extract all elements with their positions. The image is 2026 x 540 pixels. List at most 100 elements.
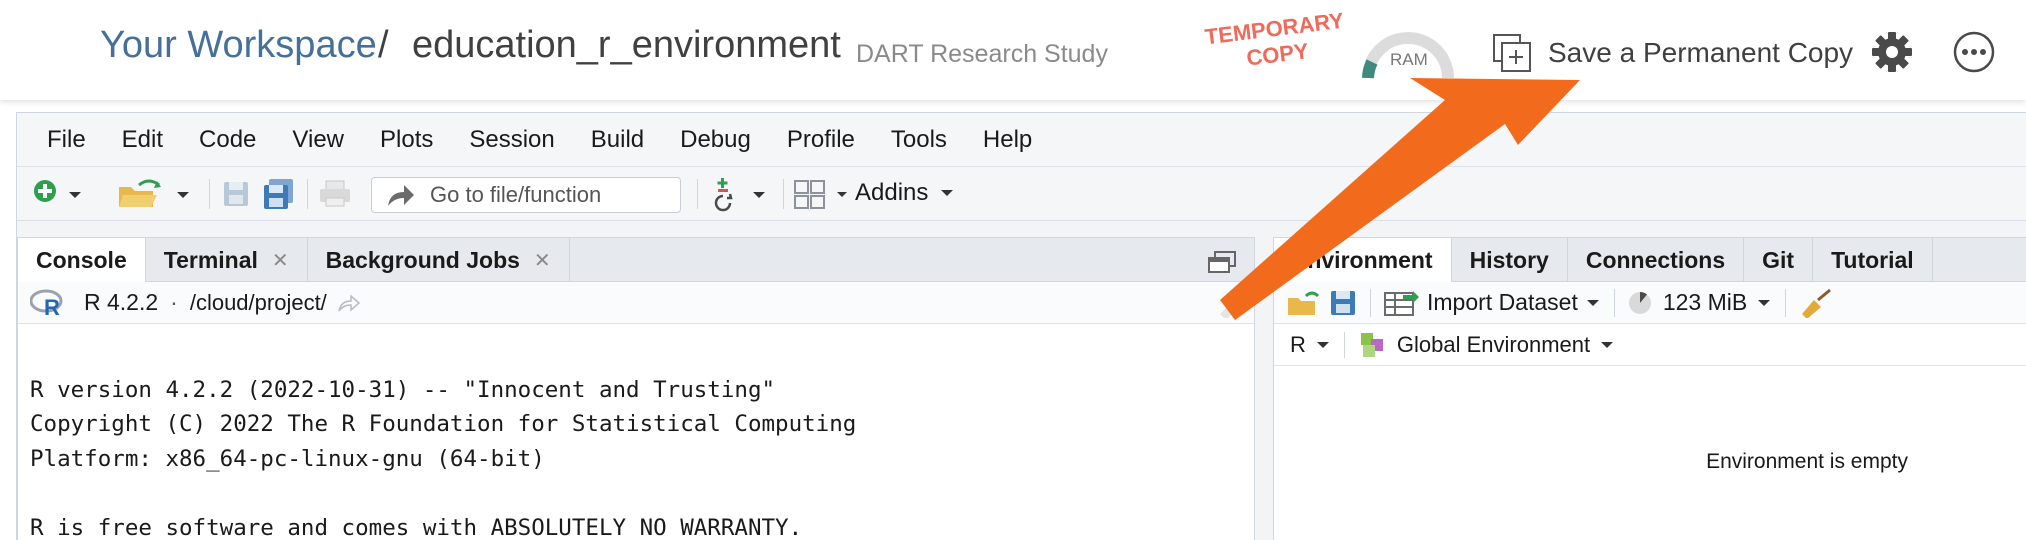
save-workspace-icon[interactable]: [1328, 288, 1358, 318]
go-to-file-input[interactable]: Go to file/function: [371, 177, 681, 213]
environment-scope-label: Global Environment: [1396, 331, 1591, 357]
rstudio-ide: File Edit Code View Plots Session Build …: [16, 112, 2026, 540]
workspace-link[interactable]: Your Workspace: [100, 24, 377, 67]
project-title: education_r_environment: [412, 24, 841, 66]
open-file-button[interactable]: [117, 177, 195, 211]
temporary-copy-badge: TEMPORARY COPY: [1193, 6, 1358, 77]
tab-history-label: History: [1469, 246, 1549, 273]
breadcrumb-separator: /: [378, 24, 389, 66]
print-icon: [320, 180, 350, 207]
go-to-arrow-icon: [388, 185, 414, 206]
chevron-down-icon: [1316, 341, 1329, 348]
tab-tutorial[interactable]: Tutorial: [1813, 238, 1933, 282]
menu-build[interactable]: Build: [591, 126, 644, 154]
menu-profile[interactable]: Profile: [787, 126, 855, 154]
clear-workspace-broom-icon[interactable]: [1798, 288, 1832, 318]
language-label: R: [1290, 331, 1306, 357]
toolbar-divider: [697, 179, 698, 209]
print-button[interactable]: [317, 177, 353, 211]
project-subtitle: DART Research Study: [856, 40, 1108, 68]
console-line: R is free software and comes with ABSOLU…: [30, 514, 803, 540]
go-to-file-placeholder: Go to file/function: [430, 182, 602, 207]
menu-view[interactable]: View: [292, 126, 344, 154]
toolbar-divider: [1785, 288, 1787, 317]
pane-layout-button[interactable]: [793, 177, 849, 211]
memory-usage-label: 123 MiB: [1662, 289, 1748, 315]
console-output[interactable]: R version 4.2.2 (2022-10-31) -- "Innocen…: [30, 338, 856, 540]
tab-terminal[interactable]: Terminal ✕: [146, 238, 308, 282]
svg-text:R: R: [44, 295, 60, 317]
r-version: R 4.2.2: [84, 289, 159, 315]
environment-cubes-icon: [1360, 332, 1383, 357]
path-dot: ·: [170, 289, 178, 315]
import-table-icon: [1384, 290, 1419, 316]
toolbar-divider: [1613, 288, 1615, 317]
toolbar-divider: [307, 179, 308, 209]
menu-file[interactable]: File: [47, 126, 86, 154]
tab-history[interactable]: History: [1452, 238, 1568, 282]
environment-tab-bar: Environment History Connections Git Tuto…: [1274, 238, 2026, 283]
tab-background-jobs-label: Background Jobs: [325, 246, 520, 273]
maximize-pane-icon[interactable]: [1206, 250, 1238, 274]
tab-connections[interactable]: Connections: [1568, 238, 1745, 282]
tab-terminal-label: Terminal: [163, 246, 258, 273]
tab-environment[interactable]: Environment: [1274, 238, 1452, 283]
environment-toolbar: Import Dataset 123 MiB: [1274, 282, 2026, 324]
console-path-bar: R R 4.2.2 · /cloud/project/: [18, 282, 1254, 324]
grid-layout-icon: [794, 180, 847, 209]
app-window: Your Workspace / education_r_environment…: [0, 0, 2026, 540]
console-line: R version 4.2.2 (2022-10-31) -- "Innocen…: [30, 376, 776, 403]
save-disk-icon: [224, 182, 248, 206]
toolbar-divider: [1343, 331, 1345, 358]
git-button[interactable]: [711, 177, 775, 212]
header-bar: Your Workspace / education_r_environment…: [0, 0, 2026, 100]
toolbar-divider: [209, 179, 210, 209]
environment-scope-select[interactable]: Global Environment: [1357, 331, 1614, 359]
tab-background-jobs[interactable]: Background Jobs ✕: [308, 238, 570, 282]
main-toolbar: Go to file/function Addins: [17, 167, 2026, 221]
console-line: Copyright (C) 2022 The R Foundation for …: [30, 411, 857, 437]
clear-console-broom-icon[interactable]: [1216, 288, 1250, 318]
addins-menu[interactable]: Addins: [855, 179, 954, 207]
save-all-button[interactable]: [261, 177, 297, 211]
chevron-down-icon: [1586, 299, 1599, 306]
menu-session[interactable]: Session: [469, 126, 554, 154]
environment-scope-bar: R Global Environment: [1274, 324, 2026, 366]
environment-pane: Environment History Connections Git Tuto…: [1273, 237, 2026, 540]
load-workspace-icon[interactable]: [1286, 288, 1322, 318]
toolbar-divider: [1370, 288, 1371, 317]
language-select[interactable]: R: [1290, 332, 1330, 358]
memory-pie-icon: [1628, 291, 1651, 314]
tab-environment-label: Environment: [1292, 247, 1433, 273]
menu-bar: File Edit Code View Plots Session Build …: [17, 113, 2026, 167]
tab-tutorial-label: Tutorial: [1831, 246, 1914, 273]
toolbar-divider: [783, 179, 784, 209]
tab-git[interactable]: Git: [1744, 238, 1814, 282]
menu-plots[interactable]: Plots: [380, 126, 433, 154]
console-pane: Console Terminal ✕ Background Jobs ✕ R R…: [17, 237, 1255, 540]
import-dataset-button[interactable]: Import Dataset: [1383, 289, 1600, 317]
working-directory[interactable]: /cloud/project/: [190, 290, 327, 316]
save-button[interactable]: [221, 177, 251, 211]
close-icon[interactable]: ✕: [272, 248, 289, 273]
menu-tools[interactable]: Tools: [891, 126, 947, 154]
tab-console[interactable]: Console: [18, 238, 146, 283]
new-file-button[interactable]: [31, 177, 83, 211]
console-tab-bar: Console Terminal ✕ Background Jobs ✕: [18, 238, 1254, 283]
chevron-down-icon: [1758, 299, 1771, 306]
gear-icon[interactable]: [1870, 30, 1914, 74]
save-permanent-copy-button[interactable]: Save a Permanent Copy: [1492, 30, 1853, 76]
memory-usage-menu[interactable]: 123 MiB: [1627, 289, 1771, 316]
close-icon[interactable]: ✕: [534, 248, 551, 273]
menu-help[interactable]: Help: [983, 126, 1032, 154]
r-logo-icon: R: [30, 289, 63, 317]
menu-debug[interactable]: Debug: [680, 126, 751, 154]
environment-empty-message: Environment is empty: [1706, 450, 1908, 473]
menu-code[interactable]: Code: [199, 126, 256, 154]
menu-edit[interactable]: Edit: [122, 126, 163, 154]
import-dataset-label: Import Dataset: [1427, 289, 1578, 315]
ellipsis-circle-icon[interactable]: [1952, 30, 1996, 74]
go-to-directory-icon[interactable]: [337, 293, 361, 313]
temporary-copy-text: TEMPORARY COPY: [1203, 7, 1346, 71]
